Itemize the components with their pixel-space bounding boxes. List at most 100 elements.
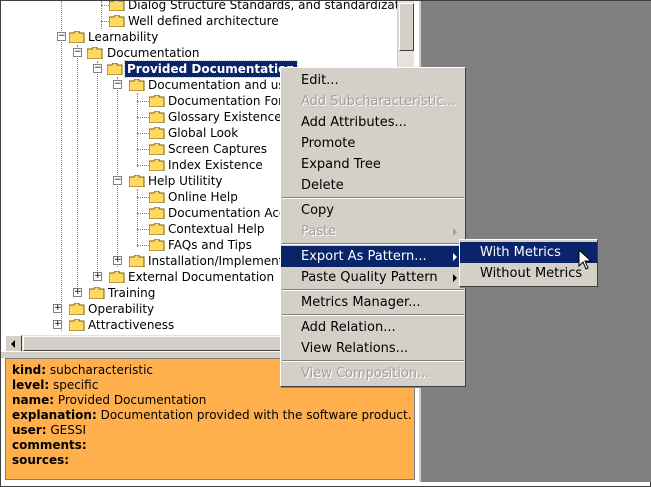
folder-icon [89, 287, 105, 299]
folder-icon [149, 127, 165, 139]
tree-node-label: Installation/Implementa [148, 254, 291, 268]
folder-icon [69, 319, 85, 331]
menu-separator [282, 360, 464, 362]
folder-icon [149, 159, 165, 171]
vertical-scroll-thumb[interactable] [399, 3, 414, 51]
chevron-right-icon [453, 253, 457, 261]
tree-guide-line [77, 45, 78, 295]
horizontal-scroll-thumb[interactable] [23, 336, 313, 351]
chevron-right-icon [453, 228, 457, 236]
tree-guide-line [137, 117, 149, 118]
collapse-minus-icon[interactable]: − [113, 80, 122, 89]
tree-guide-line [137, 133, 149, 134]
menu-separator [282, 314, 464, 316]
menu-item-add-attributes[interactable]: Add Attributes... [281, 112, 465, 133]
tree-node-label: Global Look [168, 126, 239, 140]
tree-guide-line [61, 1, 62, 331]
collapse-minus-icon[interactable]: − [57, 32, 66, 41]
tree-node-label: Online Help [168, 190, 238, 204]
menu-item-edit[interactable]: Edit... [281, 70, 465, 91]
mouse-pointer-icon [578, 249, 593, 270]
tree-guide-line [137, 165, 149, 166]
tree-guide-line [137, 213, 149, 214]
tree-guide-line [101, 5, 109, 6]
folder-icon [149, 111, 165, 123]
folder-icon [149, 95, 165, 107]
property-row: user: GESSI [12, 423, 87, 437]
tree-node-label: Operability [88, 302, 155, 316]
tree-node-label: Index Existence [168, 158, 263, 172]
submenu-item-with-metrics[interactable]: With Metrics [460, 242, 597, 263]
tree-node-label: Documentation [107, 46, 200, 60]
menu-item-paste-quality-pattern[interactable]: Paste Quality Pattern [281, 267, 465, 288]
tree-node-label: Help Utilitity [148, 174, 223, 188]
tree-node-label: Screen Captures [168, 142, 268, 156]
menu-item-view-relations[interactable]: View Relations... [281, 338, 465, 359]
folder-icon [109, 15, 125, 27]
tree-node-label: Learnability [88, 30, 159, 44]
tree-node-label: Documentation Acce [168, 206, 293, 220]
tree-node-label: FAQs and Tips [168, 238, 252, 252]
folder-icon [87, 47, 103, 59]
folder-icon [69, 303, 85, 315]
menu-item-paste[interactable]: Paste [281, 221, 465, 242]
tree-node-label: Documentation and use [148, 78, 292, 92]
tree-node-label: Glossary Existence [168, 110, 282, 124]
expand-plus-icon[interactable]: + [73, 288, 82, 297]
tree-node-label: Dialog Structure Standards, and standard… [128, 1, 410, 12]
tree-node-label: Attractiveness [88, 318, 175, 332]
collapse-minus-icon[interactable]: − [73, 48, 82, 57]
menu-item-copy[interactable]: Copy [281, 200, 465, 221]
folder-icon [129, 175, 145, 187]
property-row: explanation: Documentation provided with… [12, 408, 412, 422]
menu-item-delete[interactable]: Delete [281, 175, 465, 196]
folder-icon [129, 255, 145, 267]
collapse-minus-icon[interactable]: − [113, 176, 122, 185]
expand-plus-icon[interactable]: + [113, 256, 122, 265]
tree-node-label: Contextual Help [168, 222, 265, 236]
menu-item-promote[interactable]: Promote [281, 133, 465, 154]
folder-icon [129, 79, 145, 91]
tree-node-label-selected: Provided Documentation [124, 60, 298, 78]
tree-guide-line [137, 245, 149, 246]
menu-separator [282, 289, 464, 291]
menu-separator [282, 243, 464, 245]
menu-item-view-composition[interactable]: View Composition... [281, 363, 465, 384]
submenu-item-without-metrics[interactable]: Without Metrics [460, 263, 597, 284]
property-row: comments: [12, 438, 87, 452]
tree-guide-line [101, 21, 109, 22]
folder-icon [149, 239, 165, 251]
folder-icon [69, 31, 85, 43]
collapse-minus-icon[interactable]: − [93, 64, 102, 73]
tree-node-label: Well defined architecture [128, 14, 279, 28]
menu-item-export-as-pattern[interactable]: Export As Pattern... [281, 246, 465, 267]
tree-guide-line [117, 77, 118, 267]
tree-guide-line [137, 101, 149, 102]
menu-separator [282, 197, 464, 199]
folder-icon [149, 191, 165, 203]
menu-item-expand-tree[interactable]: Expand Tree [281, 154, 465, 175]
expand-plus-icon[interactable]: + [53, 304, 62, 313]
folder-icon [109, 271, 125, 283]
tree-node-label: External Documentation [128, 270, 275, 284]
tree-guide-line [137, 197, 149, 198]
tree-guide-line [137, 93, 138, 167]
folder-icon [149, 207, 165, 219]
menu-item-add-relation[interactable]: Add Relation... [281, 317, 465, 338]
folder-icon [109, 1, 125, 11]
menu-item-add-subcharacteristic[interactable]: Add Subcharacteristic... [281, 91, 465, 112]
tree-node-label: Documentation Forr [168, 94, 288, 108]
menu-item-metrics-manager[interactable]: Metrics Manager... [281, 292, 465, 313]
folder-icon [149, 223, 165, 235]
scroll-left-arrow-icon[interactable] [5, 335, 22, 351]
tree-guide-line [137, 149, 149, 150]
expand-plus-icon[interactable]: + [93, 272, 102, 281]
context-menu: Edit... Add Subcharacteristic... Add Att… [280, 67, 466, 387]
tree-node-label: Training [108, 286, 156, 300]
tree-guide-line [137, 229, 149, 230]
property-row: sources: [12, 453, 70, 467]
chevron-right-icon [453, 274, 457, 282]
folder-icon [149, 143, 165, 155]
property-row: name: Provided Documentation [12, 393, 207, 407]
expand-plus-icon[interactable]: + [53, 320, 62, 329]
